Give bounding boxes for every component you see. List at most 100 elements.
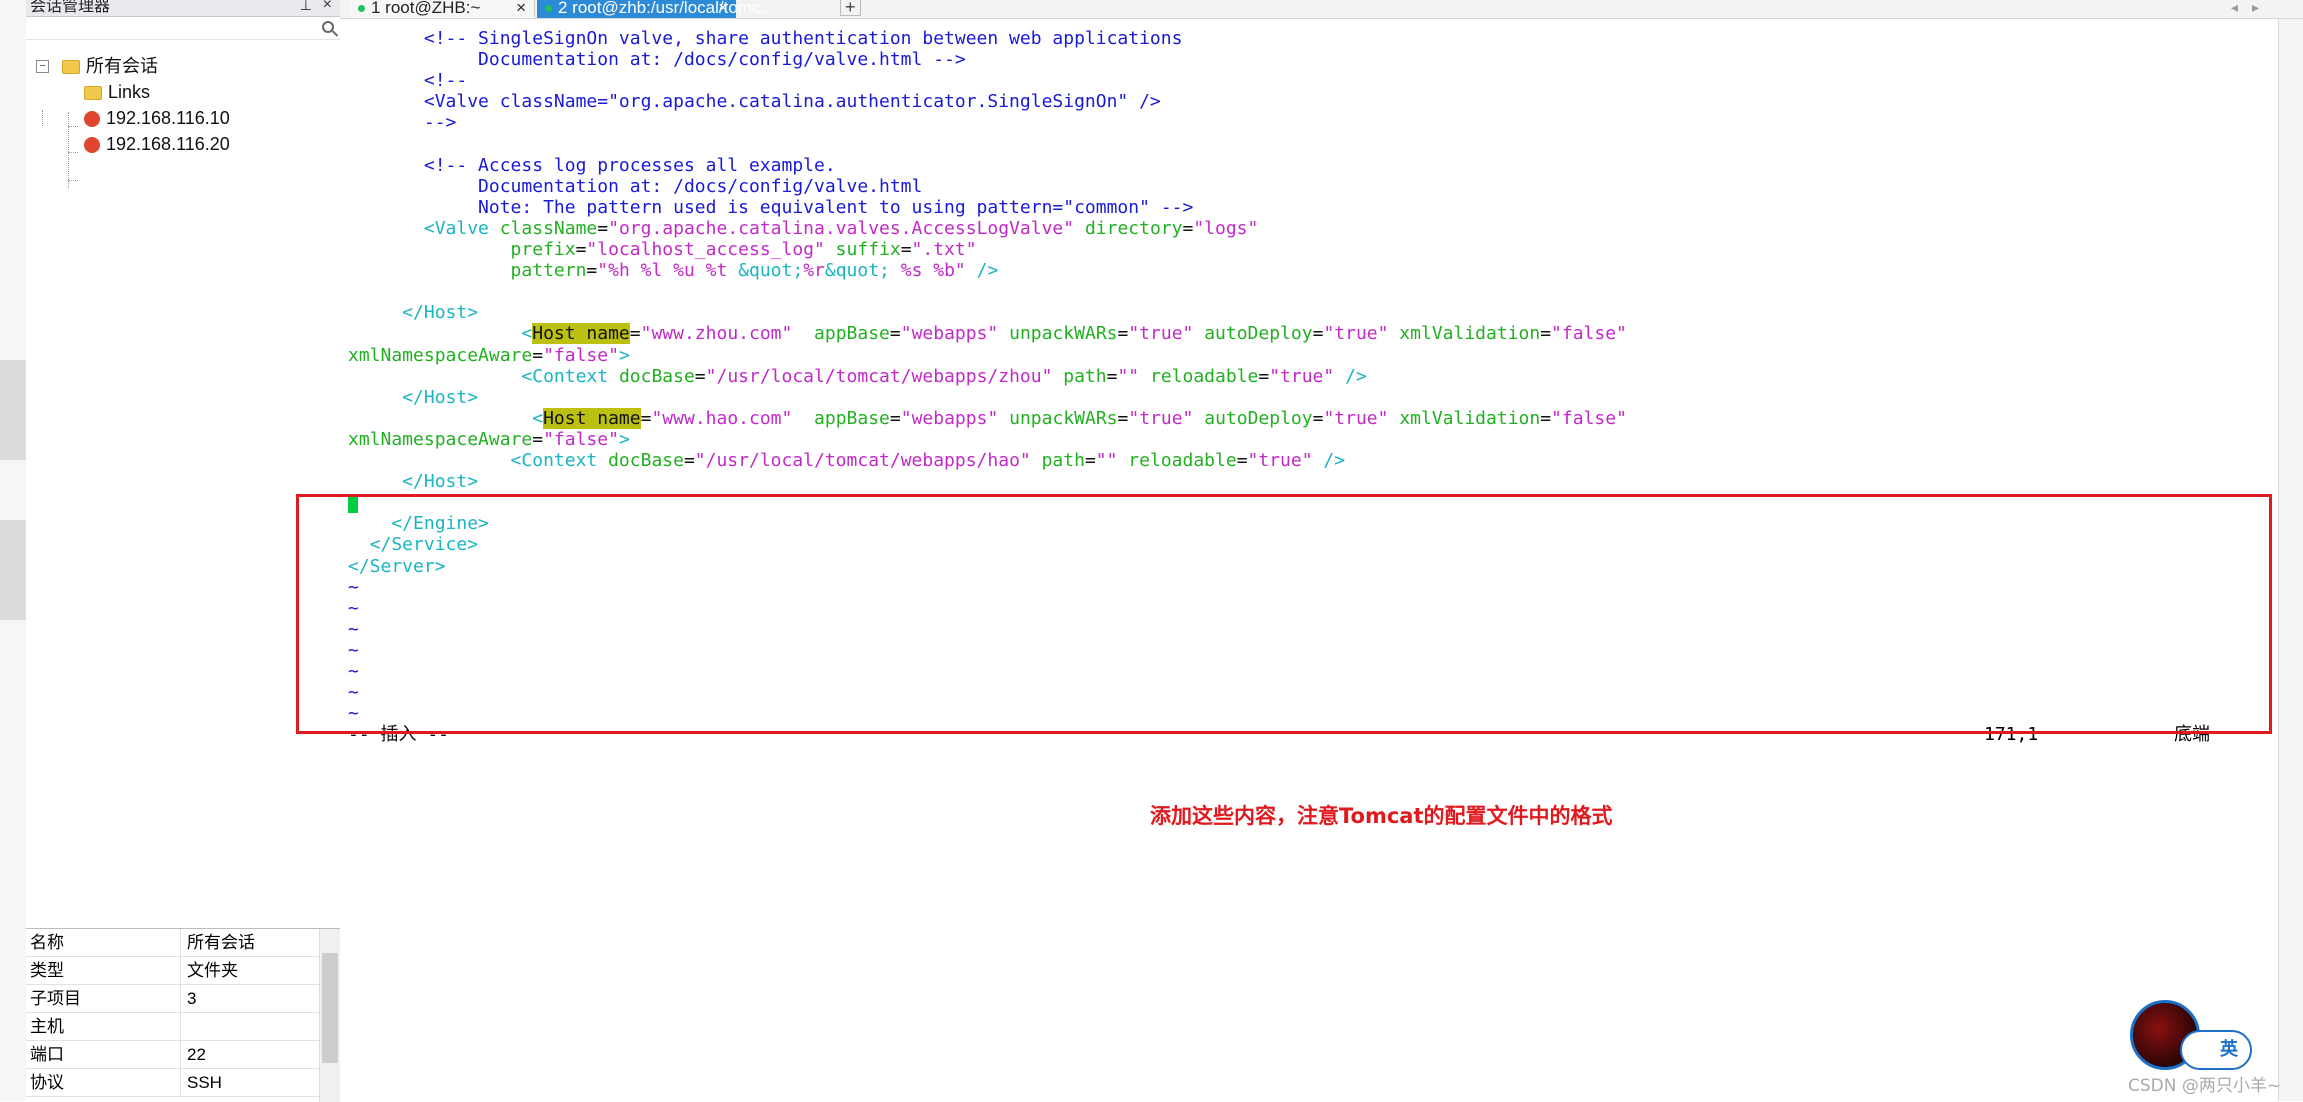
- property-row: 子项目 3: [26, 985, 340, 1013]
- editor-line: Documentation at: /docs/config/valve.htm…: [348, 176, 922, 197]
- property-key: 协议: [26, 1069, 181, 1096]
- new-tab-icon[interactable]: +: [840, 0, 861, 16]
- tab-label: 1 root@ZHB:~: [371, 0, 481, 17]
- editor-line: </Host>: [348, 471, 478, 492]
- code-token: "%h %l %u %t: [597, 260, 739, 282]
- code-token: <Context: [348, 450, 609, 471]
- editor-line: Note: The pattern used is equivalent to …: [348, 197, 1193, 218]
- code-token: xmlValidation: [1388, 323, 1541, 345]
- code-token: docBase: [608, 450, 684, 471]
- tab-scroll-arrows-icon[interactable]: ◂▸: [2231, 0, 2273, 16]
- code-token: &quot;: [824, 260, 890, 282]
- code-token: %r: [803, 260, 825, 282]
- editor-line: xmlNamespaceAware="false">: [348, 429, 630, 450]
- code-token: "true": [1247, 450, 1313, 471]
- code-token: "false": [543, 428, 619, 450]
- search-icon[interactable]: [322, 21, 334, 33]
- code-token: ".txt": [911, 239, 977, 260]
- code-token: directory: [1074, 217, 1183, 239]
- code-token: xmlNamespaceAware: [348, 428, 533, 450]
- property-value: [181, 1013, 340, 1040]
- tree-item-session-2[interactable]: 192.168.116.20: [84, 132, 230, 156]
- code-token: docBase: [618, 365, 695, 387]
- tree-item-session-1[interactable]: 192.168.116.10: [84, 106, 230, 130]
- code-token: <Valve: [348, 217, 500, 239]
- property-row: 类型 文件夹: [26, 957, 340, 985]
- code-token: "webapps": [900, 323, 999, 345]
- code-token: Note: The pattern used is equivalent to …: [348, 196, 1194, 218]
- property-key: 类型: [26, 957, 181, 984]
- property-value: 3: [187, 989, 197, 1008]
- tab-session-1[interactable]: 1 root@ZHB:~ ×: [350, 0, 535, 18]
- code-token: <!-- Access log processes all example.: [348, 154, 836, 176]
- code-token: unpackWARs: [998, 407, 1118, 429]
- code-token: path: [1052, 365, 1107, 387]
- tree-root-label: 所有会话: [86, 56, 158, 76]
- connected-status-icon: [358, 5, 365, 13]
- code-token: appBase: [792, 323, 890, 345]
- terminal-scrollbar[interactable]: [2278, 19, 2303, 1101]
- code-token: />: [1312, 450, 1346, 471]
- code-token: />: [965, 260, 999, 282]
- folder-icon: [62, 60, 80, 75]
- tree-root-all-sessions[interactable]: 所有会话: [62, 54, 158, 78]
- code-token: =: [1312, 323, 1324, 345]
- property-value: 文件夹: [187, 961, 238, 980]
- code-token: =: [1117, 407, 1129, 429]
- tree-collapse-icon[interactable]: −: [36, 60, 49, 73]
- property-key: 主机: [26, 1013, 181, 1040]
- editor-line: <Valve className="org.apache.catalina.au…: [348, 91, 1161, 112]
- session-manager-header: 会话管理器 ⊥ ×: [26, 0, 340, 17]
- code-token: appBase: [792, 407, 890, 429]
- code-token: prefix: [348, 239, 576, 260]
- code-token: autoDeploy: [1193, 323, 1313, 345]
- scrollbar-thumb[interactable]: [322, 953, 338, 1063]
- code-token: suffix: [824, 239, 901, 260]
- left-edge-strip: [0, 0, 27, 1101]
- property-row: 主机: [26, 1013, 340, 1041]
- code-token: =: [694, 365, 706, 387]
- code-token: "www.zhou.com": [640, 323, 793, 345]
- editor-line: <!--: [348, 70, 467, 91]
- code-token: "true": [1128, 407, 1194, 429]
- editor-line: <!-- SingleSignOn valve, share authentic…: [348, 28, 1183, 49]
- close-icon[interactable]: ×: [323, 0, 332, 13]
- code-token: </Host>: [348, 386, 479, 408]
- ime-indicator[interactable]: 英: [2180, 1030, 2252, 1070]
- code-token: =: [1540, 407, 1552, 429]
- code-token: =: [1258, 365, 1270, 387]
- session-manager-panel: 会话管理器 ⊥ × − 所有会话 Links 192.168.116.10 19…: [26, 0, 341, 1102]
- code-token: <Valve className="org.apache.catalina.au…: [348, 91, 1161, 113]
- tab-session-2[interactable]: 2 root@zhb:/usr/local/tomc... ×: [537, 0, 775, 18]
- editor-line: <Host name="www.zhou.com" appBase="webap…: [348, 323, 1627, 345]
- code-token: "org.apache.catalina.valves.AccessLogVal…: [608, 217, 1075, 239]
- close-tab-icon[interactable]: ×: [516, 0, 526, 16]
- code-token: =: [1117, 323, 1129, 345]
- code-token: =: [1312, 407, 1324, 429]
- code-token: "false": [543, 344, 619, 366]
- code-token: Documentation at: /docs/config/valve.htm…: [348, 49, 966, 71]
- pin-icon[interactable]: ⊥: [300, 0, 312, 12]
- tree-item-links[interactable]: Links: [84, 80, 150, 104]
- code-token: "www.hao.com": [651, 407, 793, 429]
- tree-item-label: 192.168.116.20: [106, 134, 230, 154]
- code-token: =: [1084, 450, 1096, 471]
- code-token: reloadable: [1117, 450, 1237, 471]
- code-token: pattern: [348, 260, 587, 282]
- code-token: >: [618, 428, 630, 450]
- editor-line: <Host name="www.hao.com" appBase="webapp…: [348, 407, 1627, 429]
- code-token: -->: [348, 112, 457, 134]
- folder-icon: [84, 86, 102, 101]
- code-token: xmlValidation: [1388, 407, 1541, 429]
- code-token: =: [1540, 323, 1552, 345]
- code-token: =: [683, 450, 695, 471]
- tree-item-label: 192.168.116.10: [106, 108, 230, 128]
- close-tab-icon[interactable]: ×: [718, 0, 728, 16]
- properties-scrollbar[interactable]: [319, 929, 340, 1102]
- property-row: 协议 SSH: [26, 1069, 340, 1097]
- properties-table: 名称 所有会话 类型 文件夹 子项目 3 主机 端口 22 协议 SSH: [26, 928, 340, 1102]
- code-token: autoDeploy: [1193, 407, 1313, 429]
- property-row: 名称 所有会话: [26, 929, 340, 957]
- session-search-bar[interactable]: [26, 17, 340, 40]
